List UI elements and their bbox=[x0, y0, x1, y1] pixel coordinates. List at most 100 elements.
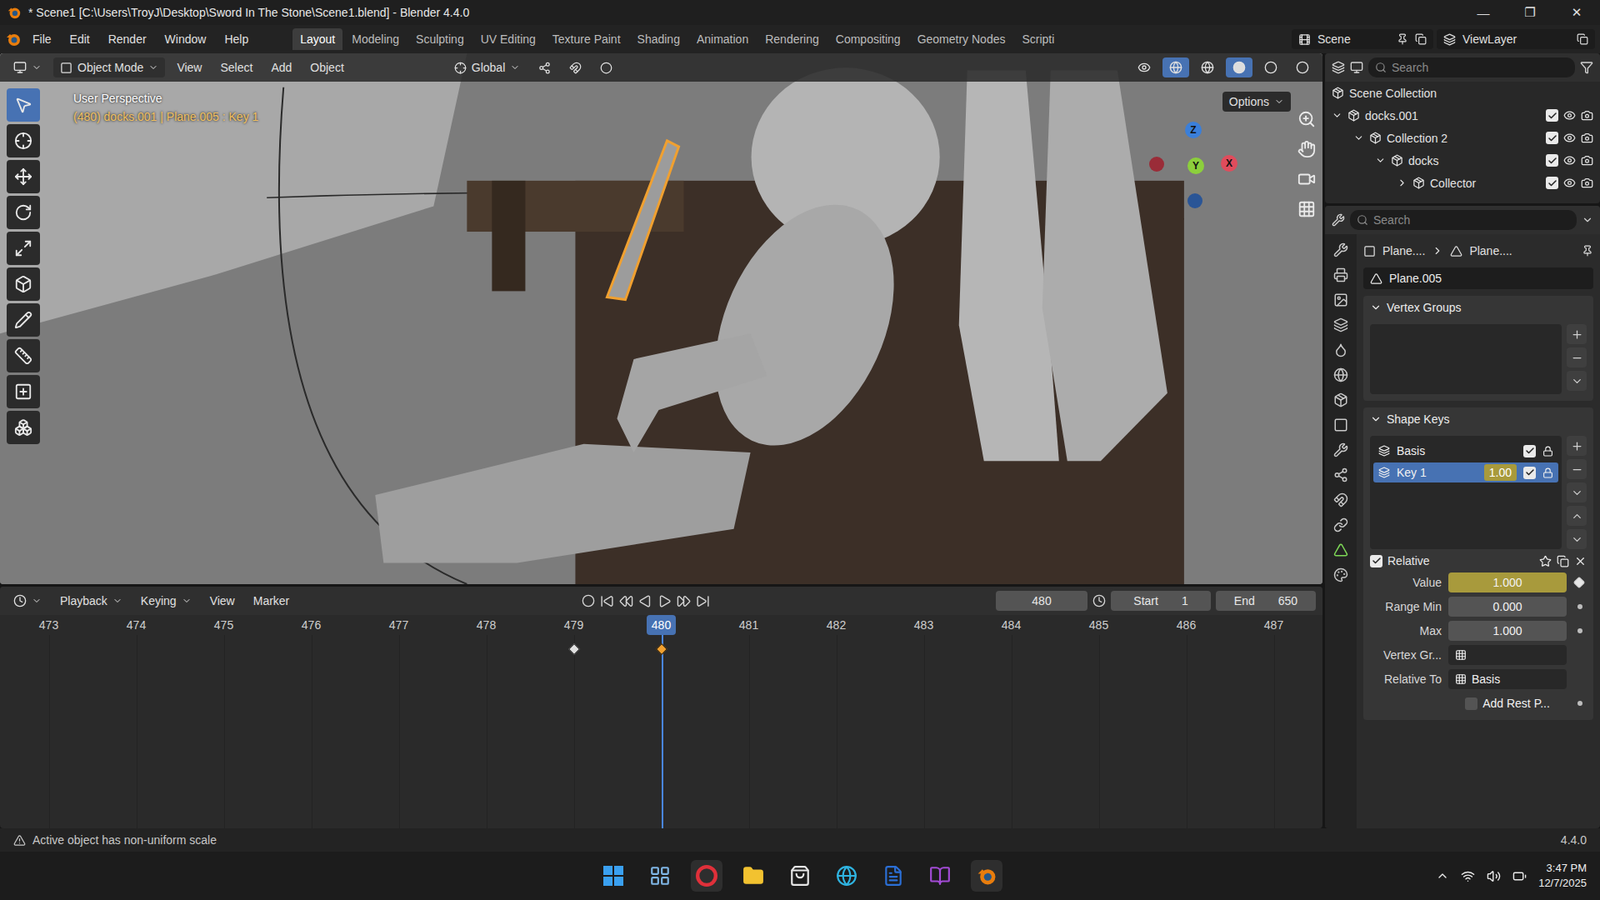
clear-icon[interactable] bbox=[1574, 555, 1587, 568]
window-control-button[interactable]: — bbox=[1460, 0, 1507, 25]
include-checkbox[interactable] bbox=[1545, 109, 1559, 122]
mode-dropdown[interactable]: Object Mode bbox=[53, 57, 165, 78]
timeline-body[interactable]: 4734744754764774784794804814824834844854… bbox=[0, 615, 1323, 829]
menu-item[interactable]: File bbox=[25, 29, 60, 50]
prev-key-icon[interactable] bbox=[619, 594, 634, 609]
viewport-canvas[interactable]: User Perspective(480) docks.001 | Plane.… bbox=[40, 88, 1298, 578]
property-tab-icon[interactable] bbox=[1333, 492, 1349, 508]
remove-button[interactable] bbox=[1566, 459, 1587, 480]
outliner-item[interactable]: Collector bbox=[1325, 171, 1600, 195]
frame-label[interactable]: 481 bbox=[734, 615, 764, 635]
axis-neg-z[interactable] bbox=[1187, 193, 1203, 209]
shape-key-mute-checkbox[interactable] bbox=[1523, 466, 1536, 480]
proportional-button[interactable] bbox=[593, 58, 620, 78]
next-key-icon[interactable] bbox=[676, 594, 691, 609]
zoom-icon[interactable] bbox=[1297, 110, 1316, 129]
battery-icon[interactable] bbox=[1512, 869, 1527, 884]
edge-button[interactable] bbox=[830, 860, 863, 892]
field-value[interactable]: 1.000 bbox=[1448, 620, 1567, 641]
frame-label[interactable]: 482 bbox=[821, 615, 851, 635]
field-value[interactable]: Basis bbox=[1448, 669, 1567, 690]
shape-key-mute-checkbox[interactable] bbox=[1523, 445, 1536, 458]
workspace-tab[interactable]: Sculpting bbox=[408, 28, 472, 50]
visibility-button[interactable] bbox=[1130, 57, 1158, 78]
property-tab-icon[interactable] bbox=[1333, 467, 1349, 483]
property-tab-icon[interactable] bbox=[1333, 542, 1349, 558]
eye-icon[interactable] bbox=[1563, 109, 1576, 122]
collapsed-icon[interactable] bbox=[1396, 177, 1408, 189]
property-tab-icon[interactable] bbox=[1333, 567, 1349, 583]
render-icon[interactable] bbox=[1580, 154, 1594, 167]
start-frame-field[interactable]: Start1 bbox=[1110, 590, 1211, 611]
frame-label[interactable]: 478 bbox=[471, 615, 501, 635]
tool-button[interactable] bbox=[6, 124, 40, 158]
render-icon[interactable] bbox=[1580, 131, 1594, 145]
tool-button[interactable] bbox=[6, 375, 40, 409]
frame-label[interactable]: 485 bbox=[1084, 615, 1114, 635]
field-value[interactable]: 1.000 bbox=[1448, 572, 1567, 593]
frame-label[interactable]: 484 bbox=[996, 615, 1026, 635]
field-value[interactable]: Add Rest P... bbox=[1448, 693, 1567, 714]
options-button[interactable]: Options bbox=[1222, 91, 1291, 112]
field-value[interactable] bbox=[1448, 645, 1567, 665]
workspace-tab[interactable]: Scripti bbox=[1014, 28, 1062, 50]
axis-x[interactable]: X bbox=[1220, 155, 1238, 172]
shape-key-value[interactable]: 1.00 bbox=[1484, 464, 1517, 481]
shading-material-button[interactable] bbox=[1257, 57, 1285, 78]
shading-rendered-button[interactable] bbox=[1289, 57, 1316, 78]
wifi-icon[interactable] bbox=[1460, 869, 1475, 884]
camera-view-icon[interactable] bbox=[1297, 170, 1316, 189]
workspace-tab[interactable]: Shading bbox=[630, 28, 688, 50]
frame-label[interactable]: 486 bbox=[1171, 615, 1201, 635]
panel-header[interactable]: Shape Keys bbox=[1363, 407, 1594, 431]
outliner-item[interactable]: Collection 2 bbox=[1325, 126, 1600, 150]
view-layer-field[interactable]: ViewLayer bbox=[1436, 29, 1595, 50]
frame-label[interactable]: 477 bbox=[384, 615, 414, 635]
properties-editor-icon[interactable] bbox=[1331, 213, 1345, 227]
explorer-button[interactable] bbox=[737, 860, 770, 892]
axis-neg-x[interactable] bbox=[1149, 156, 1165, 172]
timeline-menu-item[interactable]: Marker bbox=[246, 590, 297, 611]
workspace-tab[interactable]: Rendering bbox=[757, 28, 827, 50]
keyframe-icon[interactable] bbox=[1573, 576, 1585, 589]
relative-checkbox[interactable] bbox=[1370, 555, 1383, 568]
timeline-menu-item[interactable]: View bbox=[203, 590, 242, 611]
star-icon[interactable] bbox=[1539, 555, 1552, 568]
tool-button[interactable] bbox=[6, 303, 40, 337]
expanded-icon[interactable] bbox=[1375, 155, 1386, 166]
workspace-tab[interactable]: Texture Paint bbox=[545, 28, 629, 50]
axis-z[interactable]: Z bbox=[1185, 121, 1202, 139]
timeline-menu-item[interactable]: Playback bbox=[53, 590, 130, 611]
property-tab-icon[interactable] bbox=[1333, 367, 1349, 383]
viewport-menu-item[interactable]: Object bbox=[303, 57, 350, 78]
specials-button[interactable] bbox=[1566, 370, 1587, 391]
remove-button[interactable] bbox=[1566, 347, 1587, 368]
pivot-button[interactable] bbox=[531, 58, 558, 78]
frame-label[interactable]: 473 bbox=[34, 615, 64, 635]
properties-search[interactable]: Search bbox=[1350, 210, 1577, 230]
field-checkbox[interactable] bbox=[1465, 697, 1478, 710]
keyframe[interactable] bbox=[655, 643, 667, 655]
lock-icon[interactable] bbox=[1542, 445, 1554, 457]
frame-label[interactable]: 479 bbox=[559, 615, 589, 635]
store-button[interactable] bbox=[784, 860, 816, 892]
shading-wireframe-button[interactable] bbox=[1194, 57, 1221, 78]
scene-field[interactable]: Scene bbox=[1291, 29, 1434, 50]
property-tab-icon[interactable] bbox=[1333, 417, 1349, 433]
jump-end-icon[interactable] bbox=[695, 594, 710, 609]
specials-button[interactable] bbox=[1566, 482, 1587, 503]
volume-icon[interactable] bbox=[1486, 869, 1501, 884]
timeline-menu-item[interactable]: Keying bbox=[134, 590, 199, 611]
viewport-menu-item[interactable]: Add bbox=[264, 57, 299, 78]
axis-y[interactable]: Y bbox=[1187, 157, 1205, 175]
task-view-button[interactable] bbox=[644, 860, 676, 892]
3d-viewport[interactable]: Object ModeViewSelectAddObjectGlobalUser… bbox=[0, 53, 1323, 585]
tool-button[interactable] bbox=[6, 88, 40, 122]
opera-button[interactable] bbox=[690, 860, 723, 892]
render-icon[interactable] bbox=[1580, 176, 1594, 190]
keyframe[interactable] bbox=[567, 643, 580, 655]
render-icon[interactable] bbox=[1580, 109, 1594, 122]
include-checkbox[interactable] bbox=[1545, 131, 1559, 145]
frame-label[interactable]: 487 bbox=[1259, 615, 1289, 635]
auto-key-icon[interactable] bbox=[581, 594, 595, 608]
